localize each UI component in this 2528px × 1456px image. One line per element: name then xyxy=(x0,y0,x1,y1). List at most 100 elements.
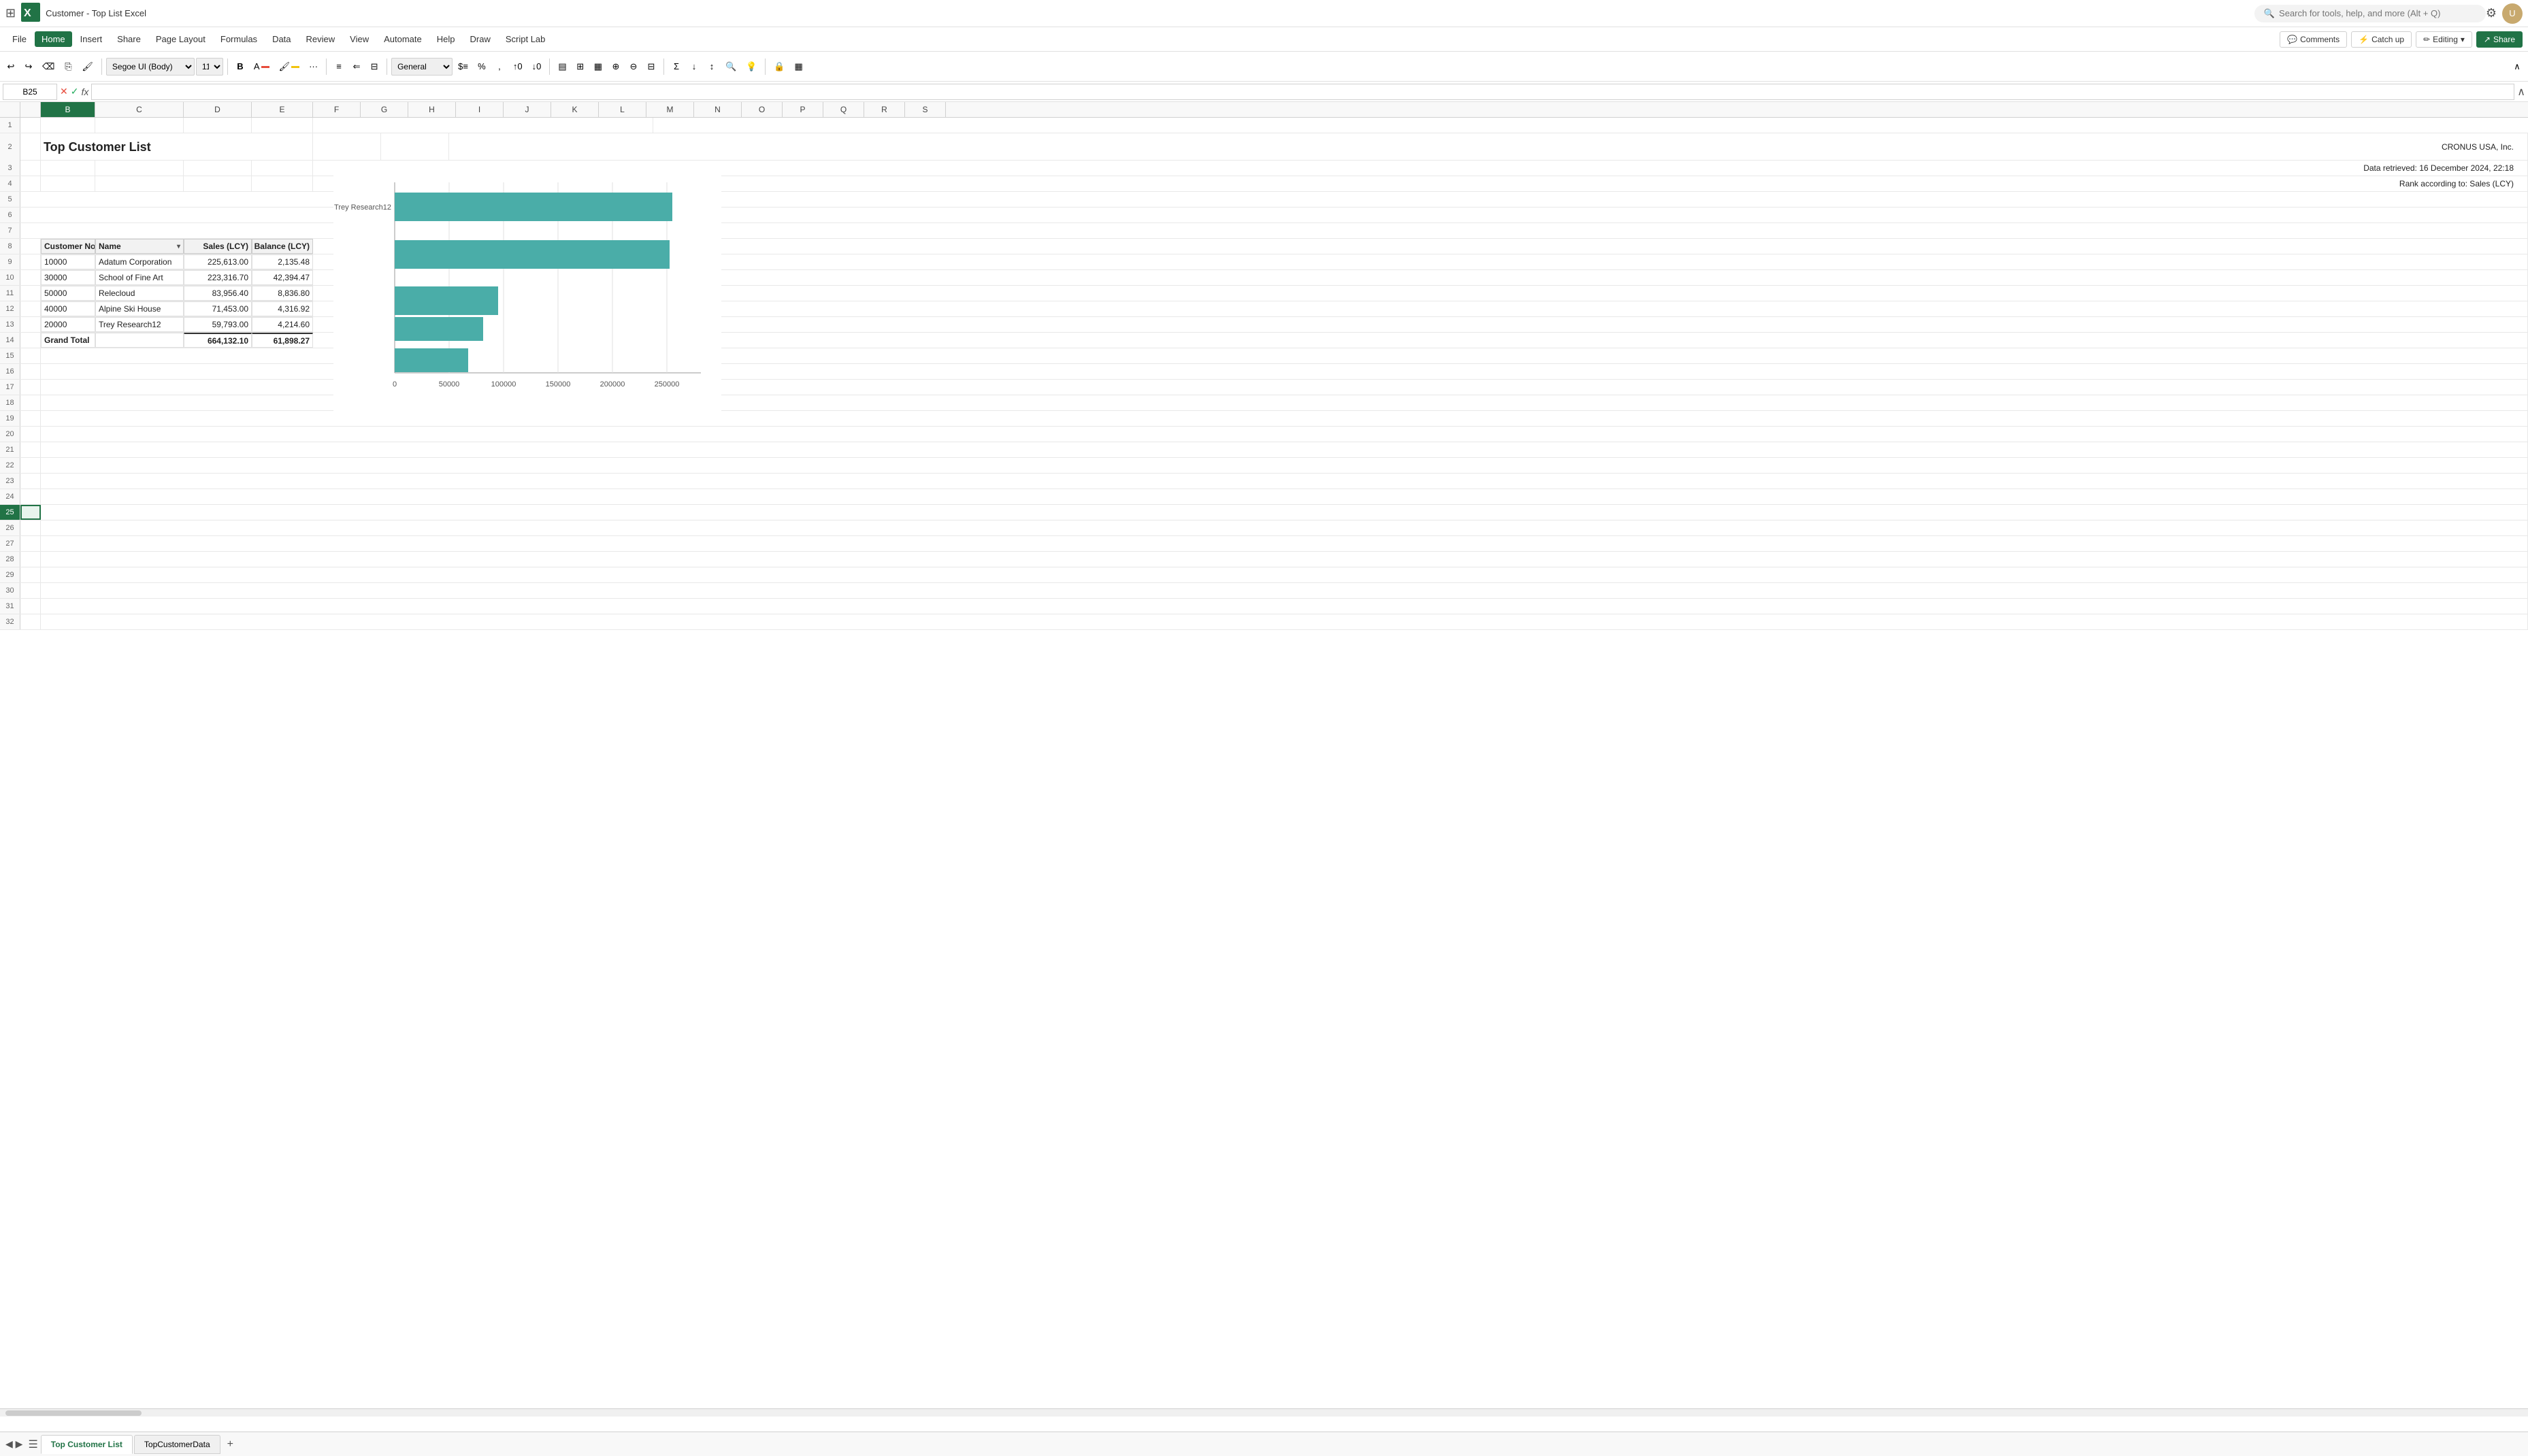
col-header-k[interactable]: K xyxy=(551,102,599,117)
app-grid-icon[interactable]: ⊞ xyxy=(5,6,16,20)
header-sales[interactable]: Sales (LCY) xyxy=(184,239,252,254)
col-header-r[interactable]: R xyxy=(864,102,905,117)
col-header-n[interactable]: N xyxy=(694,102,742,117)
col-header-b[interactable]: B xyxy=(41,102,95,117)
cell-no-1[interactable]: 10000 xyxy=(41,254,95,269)
cell-a27[interactable] xyxy=(20,536,41,551)
share-button[interactable]: ↗ Share xyxy=(2476,31,2523,48)
number-format-select[interactable]: General xyxy=(391,58,453,76)
color-scale-button[interactable]: ▦ xyxy=(791,58,807,76)
cell-a3[interactable] xyxy=(20,161,41,176)
cell-c3[interactable] xyxy=(95,161,184,176)
font-size-select[interactable]: 11 xyxy=(196,58,223,76)
cell-a28[interactable] xyxy=(20,552,41,567)
bold-button[interactable]: B xyxy=(232,58,248,76)
cell-reference-input[interactable] xyxy=(3,84,57,100)
cell-a12[interactable] xyxy=(20,301,41,316)
sheet-tab-top-customer-list[interactable]: Top Customer List xyxy=(41,1435,133,1454)
filter-icon-name[interactable]: ▾ xyxy=(177,243,180,250)
cell-b1[interactable] xyxy=(41,118,95,133)
col-header-p[interactable]: P xyxy=(783,102,823,117)
cell-a18[interactable] xyxy=(20,395,41,410)
toolbar-expand-button[interactable]: ∧ xyxy=(2509,58,2525,76)
header-balance[interactable]: Balance (LCY) xyxy=(252,239,313,254)
cell-a30[interactable] xyxy=(20,583,41,598)
cancel-formula-icon[interactable]: ✕ xyxy=(60,86,68,97)
cell-e2[interactable] xyxy=(381,133,449,161)
cell-sales-1[interactable]: 225,613.00 xyxy=(184,254,252,269)
menu-insert[interactable]: Insert xyxy=(73,31,110,47)
cell-c4[interactable] xyxy=(95,176,184,191)
cell-row20-rest[interactable] xyxy=(41,427,2528,442)
copy-button[interactable]: ⎘ xyxy=(60,58,76,76)
function-icon[interactable]: fx xyxy=(81,86,88,97)
menu-share[interactable]: Share xyxy=(110,31,148,47)
menu-view[interactable]: View xyxy=(343,31,376,47)
comma-button[interactable]: , xyxy=(491,58,508,76)
cell-grand-total-balance[interactable]: 61,898.27 xyxy=(252,333,313,348)
cell-no-3[interactable]: 50000 xyxy=(41,286,95,301)
cell-grand-total-label[interactable]: Grand Total xyxy=(41,333,95,348)
cell-row23-rest[interactable] xyxy=(41,474,2528,489)
cell-d2[interactable] xyxy=(313,133,381,161)
search-bar[interactable]: 🔍 xyxy=(2254,5,2486,22)
cell-c1[interactable] xyxy=(95,118,184,133)
cell-b4[interactable] xyxy=(41,176,95,191)
cell-d3[interactable] xyxy=(184,161,252,176)
menu-data[interactable]: Data xyxy=(265,31,297,47)
cell-row29-rest[interactable] xyxy=(41,567,2528,582)
cell-name-4[interactable]: Alpine Ski House xyxy=(95,301,184,316)
cell-row25-rest[interactable] xyxy=(41,505,2528,520)
cell-b3[interactable] xyxy=(41,161,95,176)
cell-a25[interactable] xyxy=(20,505,41,520)
cell-a20[interactable] xyxy=(20,427,41,442)
delete-cells-button[interactable]: ⊖ xyxy=(625,58,642,76)
font-color-button[interactable]: A xyxy=(250,58,274,76)
format-painter-button[interactable]: 🖌 xyxy=(78,58,97,76)
col-header-q[interactable]: Q xyxy=(823,102,864,117)
cell-name-3[interactable]: Relecloud xyxy=(95,286,184,301)
col-header-a[interactable] xyxy=(20,102,41,117)
cell-a22[interactable] xyxy=(20,458,41,473)
cell-d4[interactable] xyxy=(184,176,252,191)
cell-name-1[interactable]: Adatum Corporation xyxy=(95,254,184,269)
menu-draw[interactable]: Draw xyxy=(463,31,497,47)
menu-review[interactable]: Review xyxy=(299,31,342,47)
cell-name-2[interactable]: School of Fine Art xyxy=(95,270,184,285)
header-customer-no[interactable]: Customer No ▾ xyxy=(41,239,95,254)
cell-balance-3[interactable]: 8,836.80 xyxy=(252,286,313,301)
user-avatar[interactable]: U xyxy=(2502,3,2523,24)
cell-a23[interactable] xyxy=(20,474,41,489)
cell-a8[interactable] xyxy=(20,239,41,254)
col-header-e[interactable]: E xyxy=(252,102,313,117)
catch-up-button[interactable]: ⚡ Catch up xyxy=(2351,31,2412,48)
confirm-formula-icon[interactable]: ✓ xyxy=(71,86,79,97)
cell-row24-rest[interactable] xyxy=(41,489,2528,504)
format-as-table-button[interactable]: ⊞ xyxy=(572,58,589,76)
cell-balance-5[interactable]: 4,214.60 xyxy=(252,317,313,332)
more-styles-button[interactable]: ··· xyxy=(305,58,322,76)
cell-row27-rest[interactable] xyxy=(41,536,2528,551)
cell-row31-rest[interactable] xyxy=(41,599,2528,614)
cell-no-2[interactable]: 30000 xyxy=(41,270,95,285)
fill-button[interactable]: ↓ xyxy=(686,58,702,76)
fill-color-button[interactable]: 🖌 xyxy=(275,58,304,76)
formula-input[interactable] xyxy=(91,84,2514,100)
cell-a2[interactable] xyxy=(20,133,41,161)
cell-d1[interactable] xyxy=(184,118,252,133)
cell-sales-4[interactable]: 71,453.00 xyxy=(184,301,252,316)
cell-rest1[interactable] xyxy=(313,118,653,133)
cell-balance-2[interactable]: 42,394.47 xyxy=(252,270,313,285)
align-left-button[interactable]: ≡ xyxy=(331,58,347,76)
cell-balance-1[interactable]: 2,135.48 xyxy=(252,254,313,269)
add-sheet-button[interactable]: + xyxy=(222,1436,239,1453)
col-header-l[interactable]: L xyxy=(599,102,646,117)
clear-button[interactable]: ⌫ xyxy=(38,58,59,76)
cell-a16[interactable] xyxy=(20,364,41,379)
cell-e3[interactable] xyxy=(252,161,313,176)
col-header-h[interactable]: H xyxy=(408,102,456,117)
col-header-c[interactable]: C xyxy=(95,102,184,117)
cell-row30-rest[interactable] xyxy=(41,583,2528,598)
col-header-f[interactable]: F xyxy=(313,102,361,117)
horizontal-scrollbar[interactable] xyxy=(0,1408,2528,1417)
